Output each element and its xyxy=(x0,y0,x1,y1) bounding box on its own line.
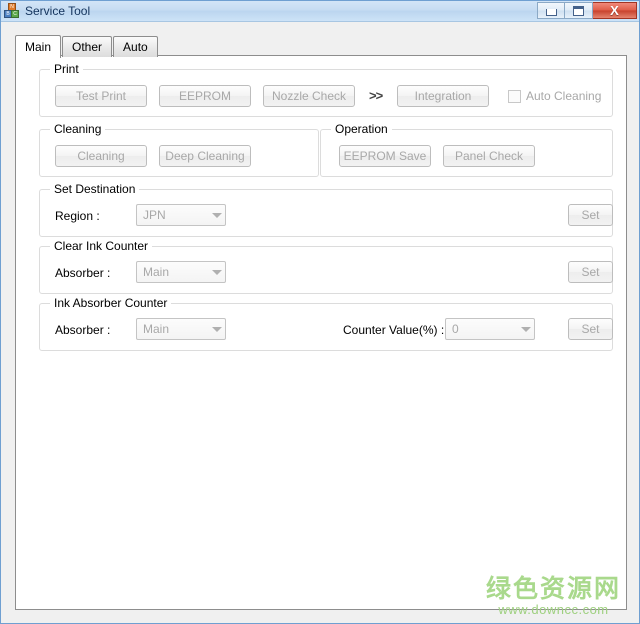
test-print-label: Test Print xyxy=(76,89,126,103)
region-select[interactable]: JPN xyxy=(136,204,226,226)
chevron-double-right-icon: >> xyxy=(369,88,382,103)
tab-bar: Main Other Auto xyxy=(15,35,159,57)
watermark-text: 绿色资源网 xyxy=(486,576,621,602)
checkbox-box-icon xyxy=(508,90,521,103)
eeprom-save-button[interactable]: EEPROM Save xyxy=(339,145,431,167)
tab-other-label: Other xyxy=(72,40,102,54)
window-controls: X xyxy=(537,2,637,19)
service-tool-window: N B C Service Tool X Main Other Auto xyxy=(0,0,640,624)
clear-absorber-select[interactable]: Main xyxy=(136,261,226,283)
auto-cleaning-label: Auto Cleaning xyxy=(526,89,601,103)
tab-auto-label: Auto xyxy=(123,40,148,54)
test-print-button[interactable]: Test Print xyxy=(55,85,147,107)
group-cleaning-legend: Cleaning xyxy=(50,122,105,136)
group-ink-absorber-counter-legend: Ink Absorber Counter xyxy=(50,296,171,310)
group-set-destination-legend: Set Destination xyxy=(50,182,139,196)
set-destination-label: Set xyxy=(581,208,599,222)
deep-cleaning-button[interactable]: Deep Cleaning xyxy=(159,145,251,167)
watermark-url: www.downcc.com xyxy=(486,602,621,617)
minimize-button[interactable] xyxy=(537,2,565,19)
eeprom-save-label: EEPROM Save xyxy=(344,149,427,163)
group-clear-ink-counter: Clear Ink Counter Absorber : Main Set xyxy=(39,246,613,294)
nozzle-check-button[interactable]: Nozzle Check xyxy=(263,85,355,107)
blocks-icon: N B C xyxy=(4,3,20,19)
clear-absorber-label: Absorber : xyxy=(55,266,110,280)
group-print-legend: Print xyxy=(50,62,83,76)
clear-ink-counter-set-label: Set xyxy=(581,265,599,279)
set-destination-button[interactable]: Set xyxy=(568,204,613,226)
ink-absorber-label: Absorber : xyxy=(55,323,110,337)
tab-main-label: Main xyxy=(25,40,51,54)
nozzle-check-label: Nozzle Check xyxy=(272,89,346,103)
clear-ink-counter-set-button[interactable]: Set xyxy=(568,261,613,283)
tab-main[interactable]: Main xyxy=(15,35,61,58)
counter-value-select[interactable]: 0 xyxy=(445,318,535,340)
window-title: Service Tool xyxy=(25,4,90,18)
eeprom-label: EEPROM xyxy=(179,89,231,103)
panel-check-button[interactable]: Panel Check xyxy=(443,145,535,167)
group-cleaning: Cleaning Cleaning Deep Cleaning xyxy=(39,129,319,177)
deep-cleaning-label: Deep Cleaning xyxy=(165,149,244,163)
panel-check-label: Panel Check xyxy=(455,149,523,163)
cleaning-button[interactable]: Cleaning xyxy=(55,145,147,167)
group-set-destination: Set Destination Region : JPN Set xyxy=(39,189,613,237)
counter-value-label: Counter Value(%) : xyxy=(343,323,444,337)
chevron-down-icon xyxy=(517,327,534,332)
region-label: Region : xyxy=(55,209,100,223)
eeprom-button[interactable]: EEPROM xyxy=(159,85,251,107)
minimize-icon xyxy=(546,9,557,16)
chevron-down-icon xyxy=(208,270,225,275)
auto-cleaning-checkbox[interactable]: Auto Cleaning xyxy=(508,89,601,103)
close-button[interactable]: X xyxy=(593,2,637,19)
cleaning-label: Cleaning xyxy=(77,149,124,163)
watermark: 绿色资源网 www.downcc.com xyxy=(486,576,621,617)
title-bar: N B C Service Tool X xyxy=(1,1,639,22)
integration-label: Integration xyxy=(415,89,472,103)
ink-absorber-counter-set-button[interactable]: Set xyxy=(568,318,613,340)
ink-absorber-value: Main xyxy=(137,322,208,336)
integration-button[interactable]: Integration xyxy=(397,85,489,107)
clear-absorber-value: Main xyxy=(137,265,208,279)
tab-panel-main: Print Test Print EEPROM Nozzle Check >> … xyxy=(15,55,627,610)
region-value: JPN xyxy=(137,208,208,222)
tab-other[interactable]: Other xyxy=(62,36,112,57)
group-clear-ink-counter-legend: Clear Ink Counter xyxy=(50,239,152,253)
counter-value-value: 0 xyxy=(446,322,517,336)
maximize-button[interactable] xyxy=(565,2,593,19)
maximize-icon xyxy=(573,6,584,16)
group-operation: Operation EEPROM Save Panel Check xyxy=(320,129,613,177)
ink-absorber-select[interactable]: Main xyxy=(136,318,226,340)
group-ink-absorber-counter: Ink Absorber Counter Absorber : Main Cou… xyxy=(39,303,613,351)
group-print: Print Test Print EEPROM Nozzle Check >> … xyxy=(39,69,613,117)
chevron-down-icon xyxy=(208,213,225,218)
group-operation-legend: Operation xyxy=(331,122,392,136)
close-icon: X xyxy=(610,4,619,17)
tab-auto[interactable]: Auto xyxy=(113,36,158,57)
chevron-down-icon xyxy=(208,327,225,332)
ink-absorber-counter-set-label: Set xyxy=(581,322,599,336)
